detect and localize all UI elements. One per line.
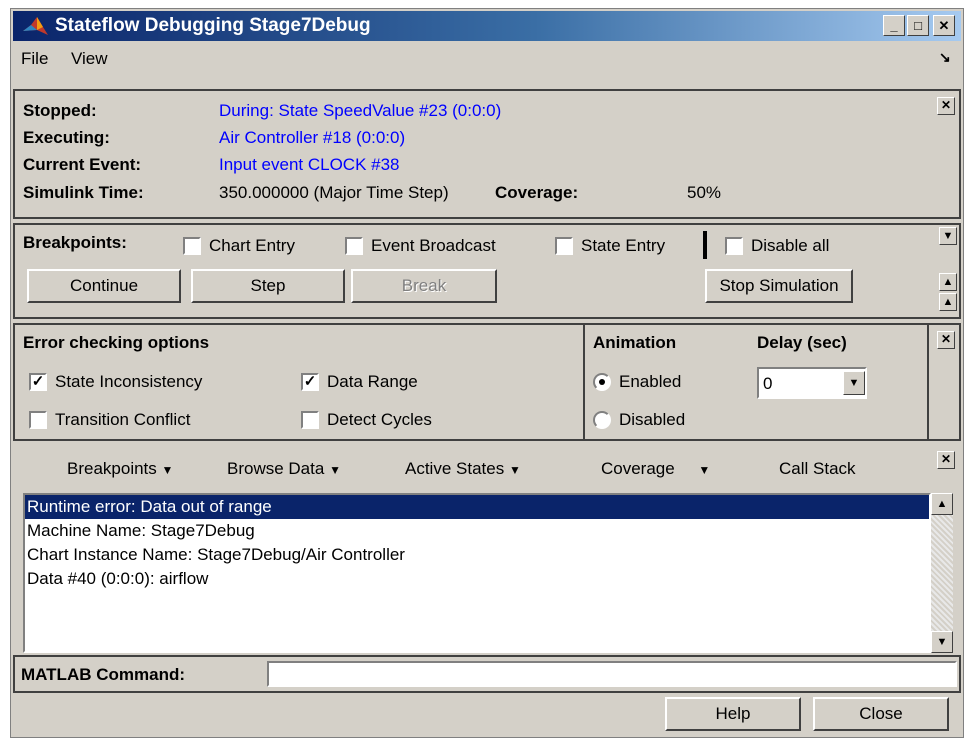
coverage-menu[interactable]: Coverage ▼: [601, 459, 710, 479]
separator: [703, 231, 707, 259]
options-panel: Error checking options ✓ State Inconsist…: [13, 323, 961, 441]
delay-title: Delay (sec): [757, 333, 847, 352]
menu-file[interactable]: File: [21, 49, 48, 69]
detect-cycles-checkbox[interactable]: [301, 411, 319, 429]
chart-entry-checkbox[interactable]: [183, 237, 201, 255]
error-checking-title: Error checking options: [23, 333, 210, 352]
simulink-time-label: Simulink Time:: [23, 183, 144, 202]
close-panel-button[interactable]: ✕: [937, 451, 955, 469]
close-icon: ✕: [938, 18, 950, 33]
state-entry-checkbox[interactable]: [555, 237, 573, 255]
animation-disabled-radio[interactable]: [593, 411, 611, 429]
delay-select[interactable]: 0 ▼: [757, 367, 867, 399]
divider: [583, 325, 585, 439]
transition-conflict-checkbox[interactable]: [29, 411, 47, 429]
data-range-label: Data Range: [327, 372, 418, 391]
current-event-label: Current Event:: [23, 155, 142, 174]
close-icon: ✕: [940, 452, 952, 466]
chart-entry-label: Chart Entry: [209, 236, 295, 255]
break-button[interactable]: Break: [351, 269, 497, 303]
breakpoints-label: Breakpoints:: [23, 233, 127, 252]
event-broadcast-label: Event Broadcast: [371, 236, 496, 255]
close-window-button[interactable]: ✕: [933, 15, 955, 36]
check-icon: ✓: [303, 373, 317, 390]
matlab-command-input[interactable]: [267, 661, 957, 687]
title-bar[interactable]: Stateflow Debugging Stage7Debug _ □ ✕: [13, 11, 961, 41]
list-item[interactable]: Data #40 (0:0:0): airflow: [25, 567, 929, 591]
list-item[interactable]: Runtime error: Data out of range: [25, 495, 929, 519]
active-states-menu[interactable]: Active States ▼: [405, 459, 521, 479]
animation-disabled-label: Disabled: [619, 410, 686, 429]
coverage-value: 50%: [687, 183, 722, 202]
check-icon: ✓: [31, 373, 45, 390]
close-icon: ✕: [940, 98, 952, 112]
animation-enabled-label: Enabled: [619, 372, 682, 391]
window-title: Stateflow Debugging Stage7Debug: [55, 15, 371, 36]
menu-view[interactable]: View: [71, 49, 108, 69]
stop-simulation-button[interactable]: Stop Simulation: [705, 269, 853, 303]
coverage-label: Coverage:: [495, 183, 579, 202]
collapse-icon[interactable]: ▼: [939, 227, 957, 245]
divider: [927, 325, 929, 439]
state-inconsistency-label: State Inconsistency: [55, 372, 203, 391]
maximize-button[interactable]: □: [907, 15, 929, 36]
output-scrollbar[interactable]: ▲ ▼: [931, 493, 953, 653]
debugger-window: Stateflow Debugging Stage7Debug _ □ ✕ Fi…: [10, 8, 964, 738]
animation-enabled-radio[interactable]: [593, 373, 611, 391]
close-icon: ✕: [940, 332, 952, 346]
continue-button[interactable]: Continue: [27, 269, 181, 303]
dropdown-arrow-icon: ▼: [698, 463, 711, 477]
executing-value: Air Controller #18 (0:0:0): [219, 128, 406, 147]
close-panel-button[interactable]: ✕: [937, 97, 955, 115]
list-item[interactable]: Chart Instance Name: Stage7Debug/Air Con…: [25, 543, 929, 567]
delay-value: 0: [763, 374, 773, 393]
dropdown-arrow-icon: ▼: [161, 463, 174, 477]
breakpoints-menu-label: Breakpoints: [67, 459, 157, 478]
step-button[interactable]: Step: [191, 269, 345, 303]
browse-data-menu[interactable]: Browse Data ▼: [227, 459, 341, 479]
scroll-top-icon[interactable]: ▲: [939, 293, 957, 311]
call-stack-menu[interactable]: Call Stack: [779, 459, 856, 479]
scroll-up-icon[interactable]: ▲: [931, 493, 953, 515]
animation-title: Animation: [593, 333, 677, 352]
browse-data-menu-label: Browse Data: [227, 459, 325, 478]
executing-label: Executing:: [23, 128, 110, 147]
maximize-icon: □: [914, 18, 922, 33]
stopped-label: Stopped:: [23, 101, 97, 120]
data-range-checkbox[interactable]: ✓: [301, 373, 319, 391]
scroll-up-icon[interactable]: ▲: [939, 273, 957, 291]
matlab-logo-icon: [23, 17, 48, 35]
breakpoints-menu[interactable]: Breakpoints ▼: [67, 459, 173, 479]
minimize-button[interactable]: _: [883, 15, 905, 36]
output-list[interactable]: Runtime error: Data out of range Machine…: [23, 493, 931, 653]
matlab-command-label: MATLAB Command:: [21, 665, 185, 684]
minimize-icon: _: [890, 18, 898, 33]
status-panel: Stopped: During: State SpeedValue #23 (0…: [13, 89, 961, 219]
disable-all-label: Disable all: [751, 236, 830, 255]
scroll-down-icon[interactable]: ▼: [931, 631, 953, 653]
dropdown-arrow-icon: ▼: [329, 463, 341, 477]
detect-cycles-label: Detect Cycles: [327, 410, 432, 429]
command-bar: MATLAB Command:: [13, 655, 961, 693]
stopped-value: During: State SpeedValue #23 (0:0:0): [219, 101, 502, 120]
coverage-menu-label: Coverage: [601, 459, 675, 478]
state-entry-label: State Entry: [581, 236, 666, 255]
dropdown-arrow-icon: ▼: [508, 463, 521, 477]
help-button[interactable]: Help: [665, 697, 801, 731]
breakpoints-panel: Breakpoints: Chart Entry Event Broadcast…: [13, 223, 961, 319]
state-inconsistency-checkbox[interactable]: ✓: [29, 373, 47, 391]
transition-conflict-label: Transition Conflict: [55, 410, 191, 429]
close-panel-button[interactable]: ✕: [937, 331, 955, 349]
current-event-value: Input event CLOCK #38: [219, 155, 400, 174]
simulink-time-value: 350.000000 (Major Time Step): [219, 183, 449, 202]
menu-bar: File View ↘: [13, 43, 961, 73]
chevron-down-icon[interactable]: ▼: [843, 371, 865, 395]
close-button[interactable]: Close: [813, 697, 949, 731]
event-broadcast-checkbox[interactable]: [345, 237, 363, 255]
active-states-menu-label: Active States: [405, 459, 505, 478]
list-item[interactable]: Machine Name: Stage7Debug: [25, 519, 929, 543]
disable-all-checkbox[interactable]: [725, 237, 743, 255]
dock-arrow-icon[interactable]: ↘: [939, 49, 951, 66]
